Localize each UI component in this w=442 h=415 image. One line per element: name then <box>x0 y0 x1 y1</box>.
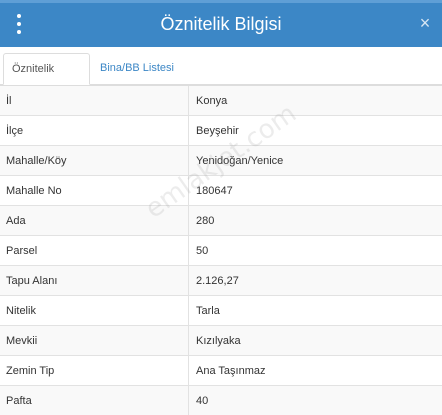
dialog-title: Öznitelik Bilgisi <box>160 14 282 34</box>
row-value: Kızılyaka <box>196 335 241 347</box>
row-key: İlçe <box>0 116 189 145</box>
row-value: 50 <box>196 245 209 257</box>
row-key: Ada <box>0 206 189 235</box>
row-key: Nitelik <box>0 296 189 325</box>
row-value: 40 <box>196 395 209 407</box>
row-value: Ana Taşınmaz <box>196 365 266 377</box>
row-value: 180647 <box>196 185 233 197</box>
header-top-line <box>0 0 442 3</box>
row-key: Parsel <box>0 236 189 265</box>
table-row: Mahalle/Köy Yenidoğan/Yenice <box>0 146 442 176</box>
close-icon[interactable]: × <box>418 12 432 34</box>
row-key: Pafta <box>0 386 189 415</box>
table-row: Tapu Alanı 2.126,27 <box>0 266 442 296</box>
table-row: İlçe Beyşehir <box>0 116 442 146</box>
row-value: Beyşehir <box>196 125 239 137</box>
row-value: Yenidoğan/Yenice <box>196 155 284 167</box>
row-key: Mevkii <box>0 326 189 355</box>
row-value: Konya <box>196 95 228 107</box>
row-value: 280 <box>196 215 215 227</box>
row-value: 2.126,27 <box>196 275 239 287</box>
tab-bina-bb-listesi[interactable]: Bina/BB Listesi <box>92 53 182 85</box>
row-key: İl <box>0 86 189 115</box>
table-row: Parsel 50 <box>0 236 442 266</box>
tab-bar: Öznitelik Bilgisi Bina/BB Listesi <box>0 47 442 105</box>
row-key: Mahalle/Köy <box>0 146 189 175</box>
table-row: Pafta 40 <box>0 386 442 415</box>
row-value: Tarla <box>196 305 220 317</box>
table-row: Zemin Tip Ana Taşınmaz <box>0 356 442 386</box>
tab-oznitelik-bilgisi[interactable]: Öznitelik Bilgisi <box>3 53 90 105</box>
row-key: Mahalle No <box>0 176 189 205</box>
row-key: Zemin Tip <box>0 356 189 385</box>
attribute-table: İl Konya İlçe Beyşehir Mahalle/Köy Yenid… <box>0 85 442 415</box>
table-row: Ada 280 <box>0 206 442 236</box>
row-key: Tapu Alanı <box>0 266 189 295</box>
table-row: Nitelik Tarla <box>0 296 442 326</box>
table-row: Mahalle No 180647 <box>0 176 442 206</box>
table-row: Mevkii Kızılyaka <box>0 326 442 356</box>
table-row: İl Konya <box>0 86 442 116</box>
dialog-header: Öznitelik Bilgisi × <box>0 0 442 47</box>
